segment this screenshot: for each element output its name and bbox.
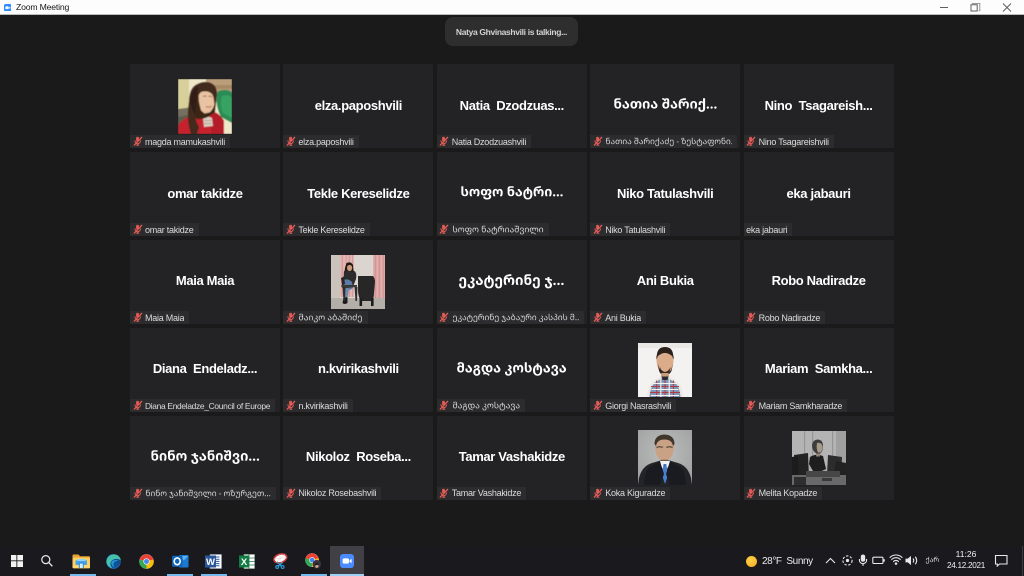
svg-text:X: X: [241, 557, 248, 568]
svg-text:W: W: [206, 557, 215, 568]
